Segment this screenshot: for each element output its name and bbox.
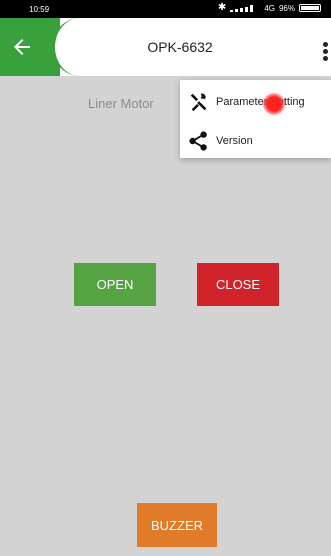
menu-item-label: Version: [216, 135, 253, 147]
device-type-label: Liner Motor: [88, 96, 154, 111]
more-vert-icon: [323, 42, 329, 61]
overflow-menu: Parameter Setting Version: [180, 80, 331, 158]
page-title: OPK-6632: [147, 39, 213, 55]
close-button[interactable]: CLOSE: [197, 263, 279, 306]
battery-icon: [299, 4, 321, 12]
menu-item-label: Parameter Setting: [216, 96, 305, 108]
status-time: 10:59: [29, 5, 50, 14]
touch-indicator: [263, 93, 285, 115]
app-bar: OPK-6632: [0, 18, 331, 76]
arrow-left-icon: [14, 39, 30, 55]
status-icons: ✱ 4G 96%: [218, 3, 321, 13]
menu-item-version[interactable]: Version: [188, 130, 253, 152]
bluetooth-icon: ✱: [217, 2, 227, 13]
menu-item-parameter-setting[interactable]: Parameter Setting: [188, 91, 305, 113]
more-options-button[interactable]: [323, 42, 329, 63]
tools-icon: [190, 93, 207, 112]
back-button[interactable]: [10, 35, 34, 59]
share-icon: [189, 131, 207, 151]
buzzer-button[interactable]: BUZZER: [137, 503, 217, 547]
open-button[interactable]: OPEN: [74, 263, 156, 306]
status-bar: 10:59 ✱ 4G 96%: [0, 0, 331, 18]
network-type: 4G: [264, 3, 275, 13]
signal-icon: [230, 4, 260, 12]
battery-percent: 96%: [278, 3, 295, 13]
